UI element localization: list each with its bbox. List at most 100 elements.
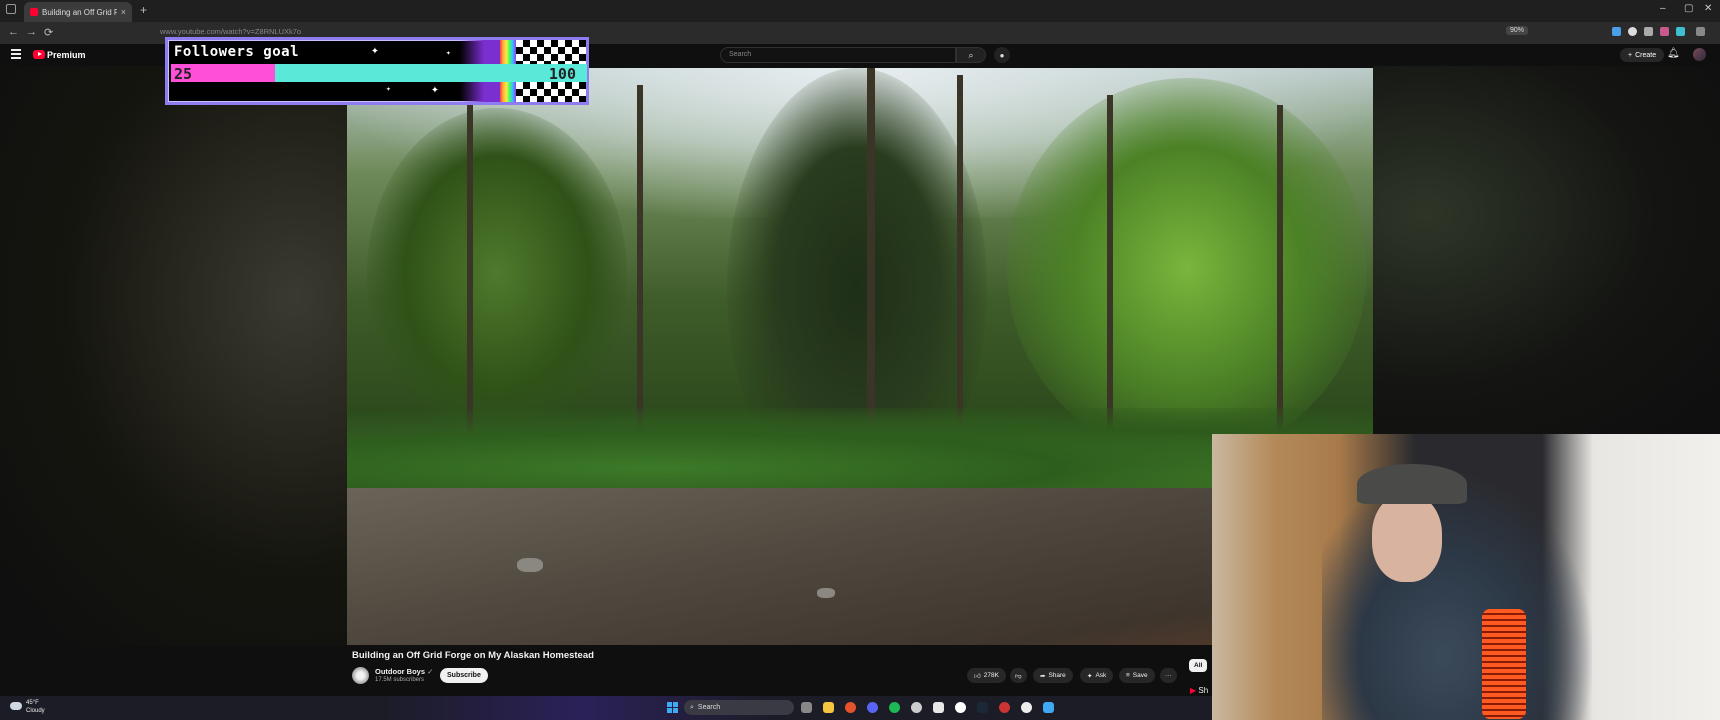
new-tab-button[interactable]: +	[140, 3, 147, 17]
video-title: Building an Off Grid Forge on My Alaskan…	[352, 650, 594, 661]
search-input[interactable]: Search	[720, 47, 956, 63]
create-label: Create	[1635, 51, 1657, 59]
streamer-face	[1372, 494, 1442, 582]
hamburger-menu-icon[interactable]	[11, 49, 21, 59]
subscribe-button[interactable]: Subscribe	[440, 668, 488, 683]
app-circle-icon[interactable]	[955, 702, 966, 713]
settings-icon[interactable]	[911, 702, 922, 713]
voice-search-icon[interactable]: ●	[994, 47, 1010, 63]
followers-goal-widget: Followers goal ✦ ✦ ✦ ✦ 25 100	[165, 37, 589, 105]
youtube-logo-icon[interactable]	[33, 50, 45, 59]
thumbs-up-icon: 👍︎	[974, 672, 981, 680]
maximize-button[interactable]: ▢	[1684, 3, 1693, 14]
youtube-favicon-icon	[30, 8, 38, 16]
more-actions-button[interactable]: ···	[1160, 668, 1177, 683]
sparkle-icon: ✦	[446, 48, 451, 57]
like-button[interactable]: 👍︎ 278K	[967, 668, 1006, 683]
tab-close-icon[interactable]: ×	[121, 7, 126, 17]
like-count: 278K	[983, 672, 999, 679]
app-icon[interactable]	[933, 702, 944, 713]
extension-icon[interactable]	[1628, 27, 1637, 36]
weather-widget[interactable]: 45°F Cloudy	[26, 699, 45, 715]
goal-target-value: 100	[548, 65, 576, 83]
reload-button[interactable]: ⟳	[44, 26, 53, 39]
video-rock	[817, 588, 835, 598]
sparkle-icon: ✦	[431, 82, 439, 97]
forward-button[interactable]: →	[26, 26, 37, 38]
windows-start-icon[interactable]	[667, 702, 678, 713]
streamer-cap	[1357, 464, 1467, 504]
ambient-glow-right	[1373, 66, 1720, 436]
minimize-button[interactable]: –	[1660, 3, 1666, 14]
sparkle-icon: ✦	[371, 43, 379, 58]
share-button[interactable]: ➦ Share	[1033, 668, 1073, 683]
browser-menu-icon[interactable]	[1696, 27, 1705, 36]
youtube-premium-label[interactable]: Premium	[47, 50, 86, 60]
search-icon: ⌕	[968, 49, 974, 60]
thumbs-down-icon: 👎︎	[1015, 672, 1022, 680]
discord-icon[interactable]	[867, 702, 878, 713]
weather-desc: Cloudy	[26, 708, 45, 714]
subscriber-count: 17.5M subscribers	[375, 677, 425, 683]
spotify-icon[interactable]	[889, 702, 900, 713]
search-icon: ⌕	[690, 703, 694, 711]
share-label: Share	[1048, 672, 1066, 679]
steam-icon[interactable]	[977, 702, 988, 713]
ask-label: Ask	[1095, 672, 1107, 679]
bell-icon[interactable]: 🔔︎	[1667, 48, 1680, 59]
ambient-glow-left	[0, 66, 347, 646]
sparkle-ask-icon: ✦	[1087, 672, 1093, 680]
browser-icon[interactable]	[1021, 702, 1032, 713]
firefox-icon[interactable]	[845, 702, 856, 713]
ask-button[interactable]: ✦ Ask	[1080, 668, 1114, 683]
search-button[interactable]: ⌕	[956, 47, 986, 63]
zoom-indicator[interactable]: 90%	[1506, 26, 1529, 35]
chip-all[interactable]: All	[1189, 659, 1208, 672]
video-foliage	[367, 108, 627, 438]
plus-icon: +	[1628, 51, 1633, 59]
video-tree-trunk	[867, 68, 875, 465]
account-avatar[interactable]	[1693, 48, 1706, 61]
video-tree-trunk	[957, 75, 963, 465]
webcam-overlay	[1212, 434, 1720, 720]
download-icon[interactable]	[1612, 27, 1621, 36]
task-view-icon[interactable]	[801, 702, 812, 713]
browser-tabstrip	[0, 0, 1720, 22]
channel-avatar[interactable]	[352, 667, 369, 684]
browser-tab[interactable]: Building an Off Grid Forge ×	[24, 2, 132, 22]
shorts-icon: ▶	[1190, 686, 1197, 695]
dislike-button[interactable]: 👎︎	[1010, 668, 1027, 683]
shorts-label[interactable]: ▶ Sh	[1190, 686, 1208, 695]
goal-current-value: 25	[174, 65, 193, 83]
save-label: Save	[1132, 672, 1148, 679]
url-field[interactable]: www.youtube.com/watch?v=Z8RNLUXk7o	[160, 27, 301, 36]
more-icon: ···	[1165, 672, 1172, 679]
puzzle-icon[interactable]	[1644, 27, 1653, 36]
taskbar-search[interactable]: ⌕ Search	[684, 700, 794, 715]
create-button[interactable]: + Create	[1620, 48, 1665, 62]
taskbar-search-label: Search	[697, 704, 721, 711]
video-rock	[517, 558, 543, 572]
sparkle-icon: ✦	[386, 84, 391, 93]
tab-title: Building an Off Grid Forge	[42, 7, 117, 17]
notepad-icon[interactable]	[1043, 702, 1054, 713]
tab-menu-icon[interactable]	[6, 4, 16, 14]
extension-2-icon[interactable]	[1676, 27, 1685, 36]
cloud-icon[interactable]	[10, 702, 22, 710]
verified-icon: ✓	[427, 667, 434, 676]
profile-icon[interactable]	[1660, 27, 1669, 36]
rgb-microphone	[1482, 609, 1526, 719]
channel-name[interactable]: Outdoor Boys ✓	[375, 667, 433, 676]
close-window-button[interactable]: ✕	[1704, 3, 1712, 14]
video-foliage	[1007, 78, 1367, 458]
goal-label: Followers goal	[174, 44, 300, 60]
weather-temp: 45°F	[26, 700, 39, 706]
goal-progress-bar	[171, 64, 587, 82]
share-icon: ➦	[1040, 672, 1046, 680]
file-explorer-icon[interactable]	[823, 702, 834, 713]
obs-icon[interactable]	[999, 702, 1010, 713]
streamer-body	[1322, 474, 1592, 720]
back-button[interactable]: ←	[8, 26, 19, 38]
save-playlist-icon: ≡	[1126, 672, 1130, 679]
save-button[interactable]: ≡ Save	[1119, 668, 1155, 683]
